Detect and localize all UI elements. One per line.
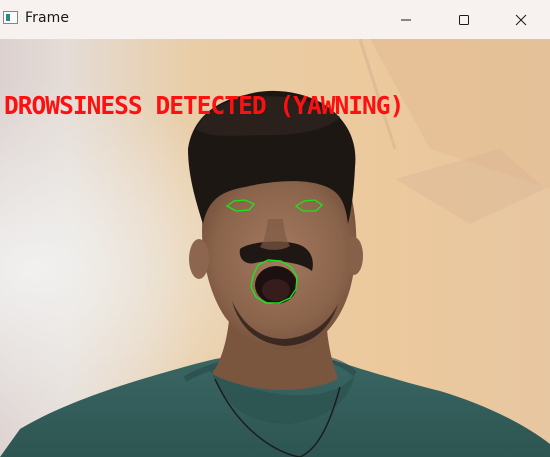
window-title: Frame	[25, 10, 70, 26]
maximize-icon	[459, 14, 469, 25]
close-button[interactable]	[492, 0, 550, 39]
maximize-button[interactable]	[435, 0, 493, 39]
camera-frame: DROWSINESS DETECTED (YAWNING)	[0, 39, 550, 457]
close-icon	[515, 14, 527, 25]
minimize-button[interactable]	[377, 0, 435, 39]
drowsiness-alert-text: DROWSINESS DETECTED (YAWNING)	[4, 91, 404, 120]
opencv-window: Frame DROWSINESS DETECTED (YAWNING)	[0, 0, 550, 457]
app-icon	[3, 11, 18, 24]
title-bar[interactable]: Frame	[0, 0, 550, 39]
minimize-icon	[401, 19, 411, 20]
